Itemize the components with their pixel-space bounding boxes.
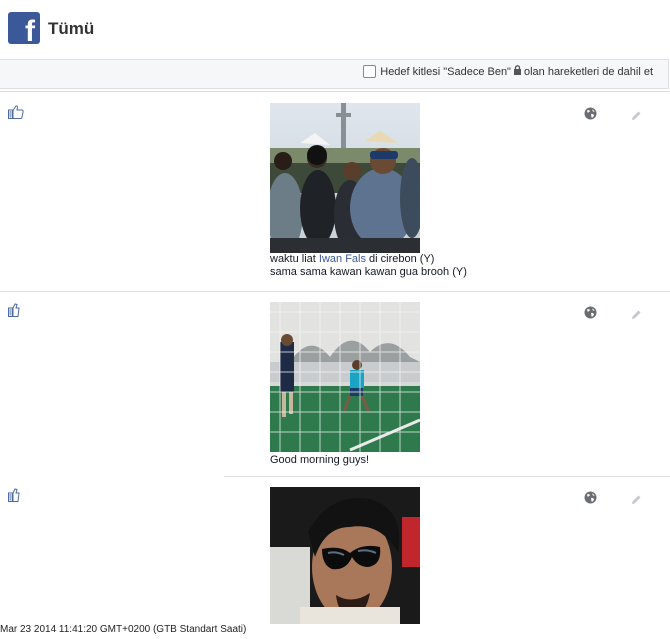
activity-entry xyxy=(0,477,670,624)
photo-caption: Good morning guys! xyxy=(270,454,370,466)
activity-photo[interactable] xyxy=(270,302,420,452)
like-thumb-icon xyxy=(8,105,24,124)
public-globe-icon[interactable] xyxy=(584,107,597,125)
activity-entry: waktu liat Iwan Fals di cirebon (Y) sama… xyxy=(0,93,670,291)
activity-photo[interactable] xyxy=(270,487,420,624)
lock-icon xyxy=(513,65,522,78)
public-globe-icon[interactable] xyxy=(584,306,597,324)
edit-pencil-icon[interactable] xyxy=(631,307,642,325)
activity-entry: Good morning guys! xyxy=(0,292,670,476)
edit-pencil-icon[interactable] xyxy=(631,492,642,510)
photo-post-icon xyxy=(8,303,21,322)
facebook-logo[interactable]: f xyxy=(8,12,40,48)
filter-label-before: Hedef kitlesi "Sadece Ben" xyxy=(380,65,511,78)
activity-photo[interactable] xyxy=(270,103,420,253)
public-globe-icon[interactable] xyxy=(584,491,597,509)
facebook-logo-letter: f xyxy=(25,15,35,48)
tagged-person-link[interactable]: Iwan Fals xyxy=(319,253,366,265)
caption-text: di cirebon (Y) xyxy=(366,253,435,265)
edit-pencil-icon[interactable] xyxy=(631,108,642,126)
caption-text: waktu liat xyxy=(270,253,319,265)
divider xyxy=(0,91,670,92)
page-header: f Tümü xyxy=(0,0,670,59)
caption-line: sama sama kawan kawan gua brooh (Y) xyxy=(270,266,467,278)
caption-line: waktu liat Iwan Fals di cirebon (Y) xyxy=(270,253,467,266)
include-only-me-filter[interactable]: Hedef kitlesi "Sadece Ben" olan hareketl… xyxy=(363,65,653,78)
activity-filter-bar: Hedef kitlesi "Sadece Ben" olan hareketl… xyxy=(0,59,669,89)
include-only-me-checkbox[interactable] xyxy=(363,65,377,78)
photo-post-icon xyxy=(8,488,21,507)
photo-caption: waktu liat Iwan Fals di cirebon (Y) sama… xyxy=(270,253,467,279)
browser-status-bar: Mar 23 2014 11:41:20 GMT+0200 (GTB Stand… xyxy=(0,624,247,635)
page-title: Tümü xyxy=(48,19,95,38)
filter-label-after: olan hareketleri de dahil et xyxy=(523,65,653,78)
